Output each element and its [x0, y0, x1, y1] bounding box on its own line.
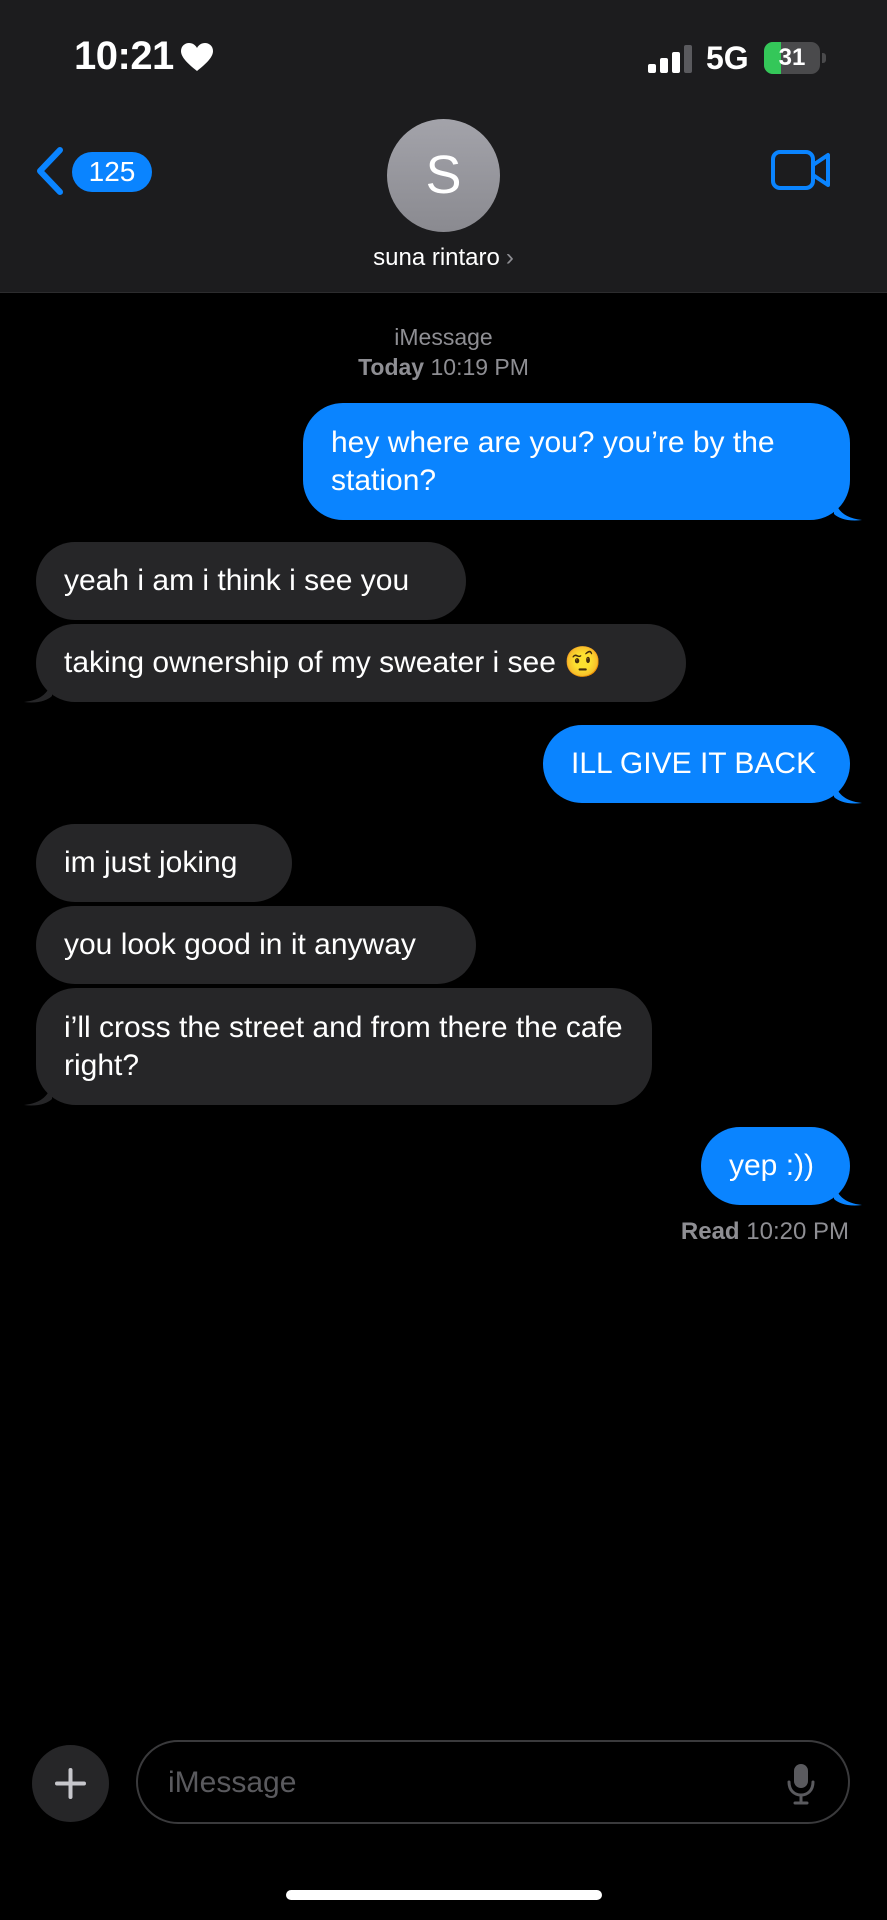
- message-text: i’ll cross the street and from there the…: [64, 1010, 623, 1082]
- contact-avatar[interactable]: S: [387, 119, 500, 232]
- message-bubble-outgoing[interactable]: yep :)): [701, 1127, 850, 1205]
- message-bubble-outgoing[interactable]: hey where are you? you’re by the station…: [303, 403, 850, 520]
- message-text: taking ownership of my sweater i see 🤨: [64, 646, 602, 679]
- read-receipt: Read 10:20 PM: [681, 1218, 849, 1246]
- plus-icon: [55, 1768, 86, 1799]
- message-text: yeah i am i think i see you: [64, 564, 410, 597]
- home-indicator[interactable]: [286, 1890, 602, 1900]
- conversation-header: 10:21 5G 31 125 S suna rintaro ›: [0, 0, 887, 293]
- bubble-tail: [834, 496, 862, 521]
- message-bubble-incoming[interactable]: you look good in it anyway: [36, 906, 476, 984]
- chevron-right-icon: ›: [505, 244, 514, 271]
- bubble-tail: [834, 1181, 862, 1206]
- bubble-tail: [834, 779, 862, 804]
- message-text: hey where are you? you’re by the station…: [331, 425, 775, 497]
- cellular-signal-icon: [648, 45, 692, 73]
- message-bubble-incoming[interactable]: yeah i am i think i see you: [36, 542, 466, 620]
- bubble-tail: [24, 678, 52, 703]
- message-bubble-incoming[interactable]: i’ll cross the street and from there the…: [36, 988, 652, 1105]
- message-composer[interactable]: [136, 1740, 850, 1824]
- message-bubble-incoming[interactable]: taking ownership of my sweater i see 🤨: [36, 624, 686, 702]
- unread-count-badge: 125: [72, 152, 152, 192]
- chevron-left-icon: [37, 147, 63, 195]
- contact-name[interactable]: suna rintaro ›: [0, 244, 887, 272]
- back-button[interactable]: 125: [34, 146, 152, 196]
- microphone-icon[interactable]: [786, 1762, 816, 1806]
- message-input[interactable]: [166, 1742, 760, 1824]
- bubble-tail: [24, 1081, 52, 1106]
- read-label: Read: [680, 1218, 740, 1245]
- read-time: 10:20 PM: [746, 1218, 849, 1245]
- message-bubble-outgoing[interactable]: ILL GIVE IT BACK: [543, 725, 850, 803]
- heart-icon: [181, 43, 213, 71]
- battery-level: 31: [778, 44, 806, 71]
- message-text: ILL GIVE IT BACK: [571, 747, 817, 780]
- contact-name-label: suna rintaro: [373, 244, 500, 271]
- message-text: im just joking: [64, 846, 238, 879]
- battery-indicator: 31: [764, 42, 826, 74]
- video-camera-icon[interactable]: [770, 148, 832, 192]
- thread-time: 10:19 PM: [430, 354, 529, 380]
- message-bubble-incoming[interactable]: im just joking: [36, 824, 292, 902]
- status-time: 10:21: [74, 34, 174, 78]
- add-attachment-button[interactable]: [32, 1745, 109, 1822]
- thread-day: Today: [358, 354, 425, 380]
- thread-timestamp: Today 10:19 PM: [0, 352, 887, 382]
- service-name: iMessage: [394, 324, 493, 350]
- thread-service-label: iMessage: [0, 322, 887, 352]
- network-type: 5G: [706, 40, 749, 76]
- message-text: you look good in it anyway: [64, 928, 416, 961]
- message-text: yep :)): [729, 1149, 815, 1182]
